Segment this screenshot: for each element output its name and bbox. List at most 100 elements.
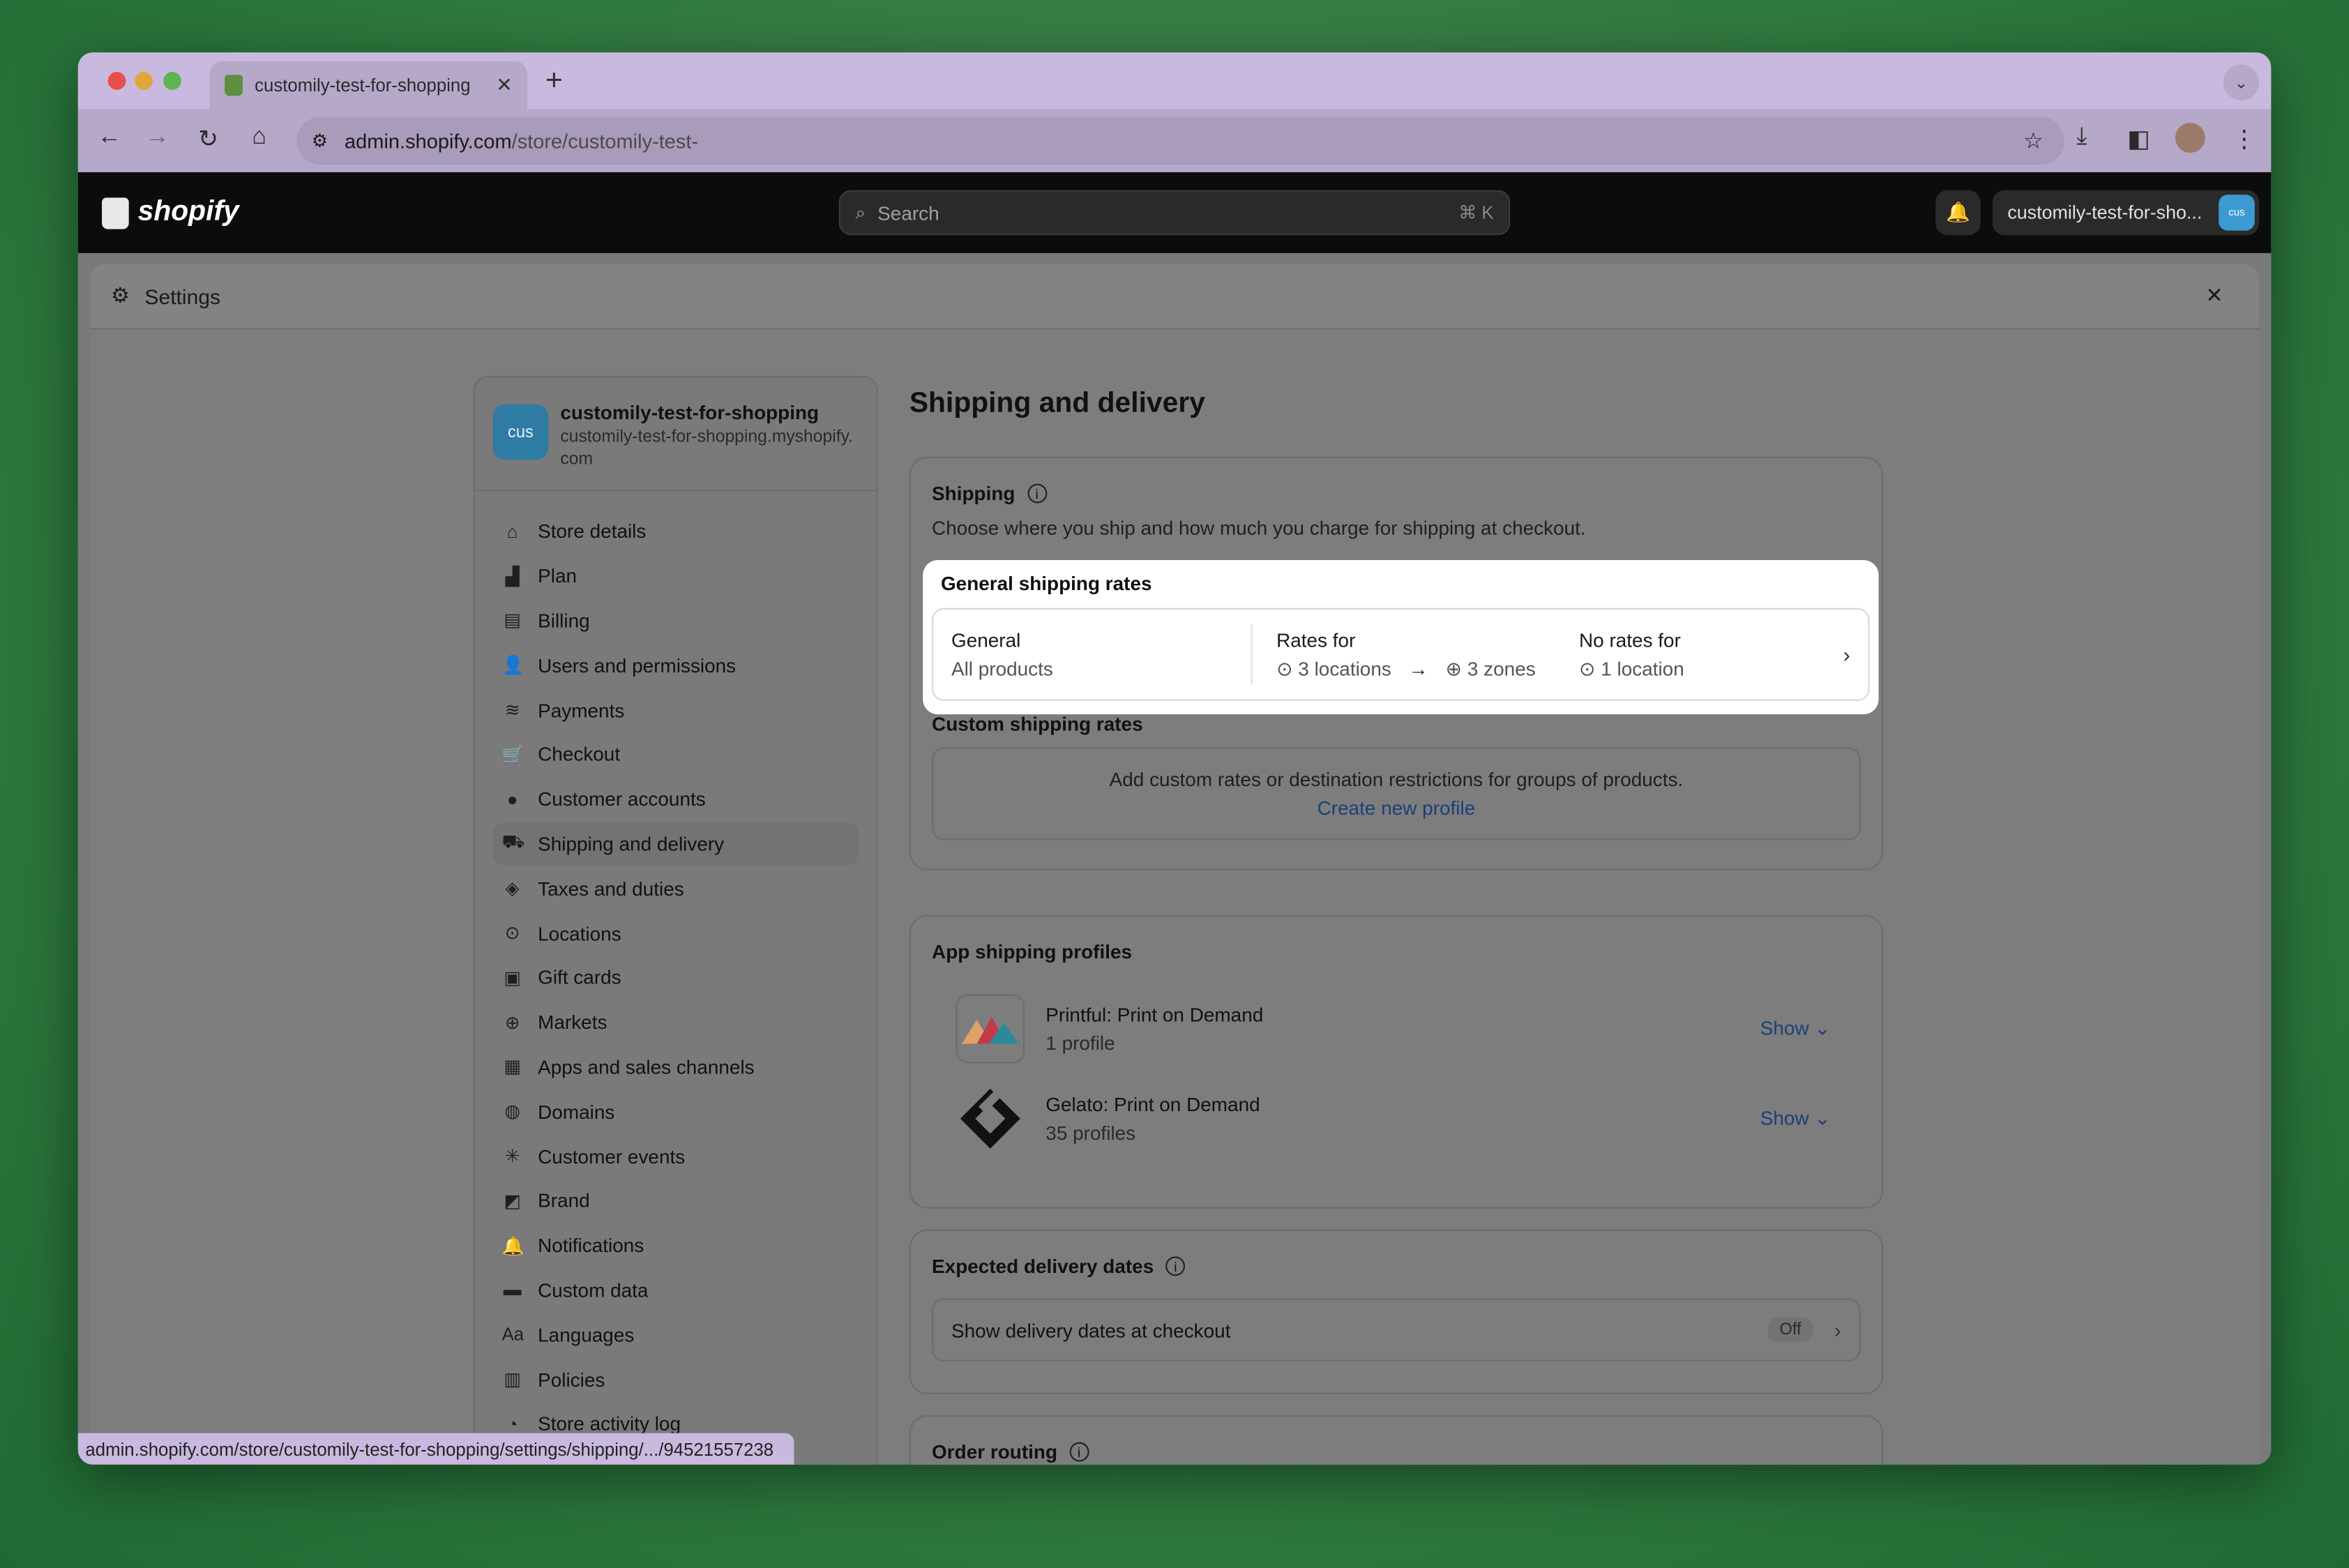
sidebar-item-apps-and-sales-channels[interactable]: ▦ Apps and sales channels xyxy=(493,1045,859,1090)
sidebar-item-customer-accounts[interactable]: ● Customer accounts xyxy=(493,777,859,822)
sidebar-item-label: Locations xyxy=(538,921,621,944)
chevron-right-icon[interactable]: › xyxy=(1843,642,1850,666)
app-profile-count: 1 profile xyxy=(1045,1032,1115,1055)
show-label: Show xyxy=(1760,1016,1809,1040)
info-icon[interactable]: i xyxy=(1165,1256,1186,1276)
home-icon[interactable]: ⌂ xyxy=(243,124,275,151)
delivery-heading: Expected delivery dates i xyxy=(932,1255,1861,1277)
globe-icon: ⊕ xyxy=(1445,657,1463,680)
app-profile-count: 35 profiles xyxy=(1045,1122,1136,1145)
app-name: Gelato: Print on Demand xyxy=(1045,1093,1260,1116)
sidebar-item-markets[interactable]: ⊕ Markets xyxy=(493,1000,859,1045)
sidebar-item-locations[interactable]: ⊙ Locations xyxy=(493,911,859,956)
sidebar-item-label: Users and permissions xyxy=(538,654,737,677)
sidebar-item-plan[interactable]: ▟ Plan xyxy=(493,554,859,598)
store-menu-button[interactable]: customily-test-for-sho... cus xyxy=(1992,190,2260,236)
sidebar-item-notifications[interactable]: 🔔 Notifications xyxy=(493,1223,859,1268)
app-profiles-title: App shipping profiles xyxy=(932,940,1133,963)
person-icon: ● xyxy=(506,788,518,810)
minimize-window-button[interactable] xyxy=(135,72,153,90)
sidebar-item-checkout[interactable]: 🛒 Checkout xyxy=(493,732,859,777)
forward-icon[interactable]: → xyxy=(141,124,174,151)
general-profile-sub: All products xyxy=(951,657,1053,680)
policies-icon: ▥ xyxy=(504,1369,521,1390)
info-icon[interactable]: i xyxy=(1069,1442,1089,1462)
maximize-window-button[interactable] xyxy=(163,72,181,90)
sidebar-item-store-details[interactable]: ⌂ Store details xyxy=(493,509,859,554)
delivery-dates-row[interactable]: Show delivery dates at checkout Off › xyxy=(932,1298,1861,1362)
shopify-topbar: shopify ⌕ Search ⌘ K 🔔 customily-test-fo… xyxy=(77,172,2272,253)
main-content: Shipping and delivery Shipping i Choose … xyxy=(909,376,1884,1465)
events-icon: ✳ xyxy=(504,1145,520,1167)
settings-modal: ⚙ Settings ✕ cus customily-test-for-shop… xyxy=(89,263,2260,1465)
sidebar-item-label: Customer accounts xyxy=(538,787,706,811)
store-menu-label: customily-test-for-sho... xyxy=(2007,202,2203,223)
app-name: Printful: Print on Demand xyxy=(1045,1003,1264,1026)
status-url: admin.shopify.com/store/customily-test-f… xyxy=(85,1438,774,1460)
sidebar-item-payments[interactable]: ≋ Payments xyxy=(493,688,859,732)
shipping-card: Shipping i Choose where you ship and how… xyxy=(909,456,1884,870)
search-input[interactable]: ⌕ Search ⌘ K xyxy=(838,190,1511,236)
bookmark-star-icon[interactable]: ☆ xyxy=(2023,127,2044,154)
download-icon[interactable]: ⤓ xyxy=(2076,124,2087,151)
logo-text: shopify xyxy=(137,196,239,228)
notifications-bell-icon[interactable]: 🔔 xyxy=(1935,190,1981,236)
address-bar[interactable]: ⚙ admin.shopify.com/store/customily-test… xyxy=(296,116,2064,165)
show-button[interactable]: Show ⌄ xyxy=(1760,1107,1831,1131)
store-card[interactable]: cus customily-test-for-shopping customil… xyxy=(474,377,877,492)
no-rates-locations: 1 location xyxy=(1601,657,1684,680)
general-profile-row[interactable]: General All products Rates for ⊙ 3 locat… xyxy=(932,608,1870,701)
tab-search-chevron-icon[interactable]: ⌄ xyxy=(2223,64,2260,100)
back-icon[interactable]: ← xyxy=(93,124,126,151)
shopify-logo[interactable]: shopify xyxy=(102,196,239,229)
sidebar-item-customer-events[interactable]: ✳ Customer events xyxy=(493,1134,859,1179)
tab-bar: customily-test-for-shopping ✕ + ⌄ xyxy=(77,52,2272,110)
location-pin-icon: ⊙ xyxy=(1276,657,1293,680)
sidebar-item-billing[interactable]: ▤ Billing xyxy=(493,598,859,643)
new-tab-button[interactable]: + xyxy=(545,64,563,98)
browser-menu-icon[interactable]: ⋮ xyxy=(2233,124,2256,154)
sidebar-item-label: Gift cards xyxy=(538,966,621,989)
sidebar-item-custom-data[interactable]: ▬ Custom data xyxy=(493,1268,859,1313)
store-avatar: cus xyxy=(492,404,549,460)
sidebar-item-label: Policies xyxy=(538,1368,605,1391)
close-settings-icon[interactable]: ✕ xyxy=(2205,283,2223,308)
sidebar-item-brand[interactable]: ◩ Brand xyxy=(493,1179,859,1223)
create-profile-link[interactable]: Create new profile xyxy=(1317,797,1476,819)
truck-icon: ⛟ xyxy=(501,831,525,853)
sidebar-item-label: Brand xyxy=(538,1189,590,1212)
domains-icon: ◍ xyxy=(504,1101,520,1122)
side-panel-icon[interactable]: ◧ xyxy=(2127,124,2150,154)
sidebar-item-shipping-and-delivery[interactable]: ⛟ Shipping and delivery xyxy=(492,821,859,866)
gelato-logo-icon xyxy=(956,1084,1025,1154)
show-button[interactable]: Show ⌄ xyxy=(1760,1017,1831,1041)
apps-icon: ▦ xyxy=(504,1056,521,1078)
shopify-bag-icon xyxy=(102,197,129,229)
sidebar-item-domains[interactable]: ◍ Domains xyxy=(493,1090,859,1134)
info-icon[interactable]: i xyxy=(1027,483,1047,504)
sidebar-item-policies[interactable]: ▥ Policies xyxy=(493,1357,859,1401)
sidebar-item-label: Plan xyxy=(538,564,577,588)
chevron-right-icon: › xyxy=(1834,1318,1841,1342)
sidebar-item-taxes-and-duties[interactable]: ◈ Taxes and duties xyxy=(493,866,859,911)
sidebar-item-label: Billing xyxy=(538,609,590,633)
close-window-button[interactable] xyxy=(107,72,126,90)
store-icon: ⌂ xyxy=(506,520,518,542)
app-profiles-card: App shipping profiles Printful: Print on… xyxy=(909,914,1884,1209)
tab-title: customily-test-for-shopping xyxy=(255,75,471,96)
sidebar-item-label: Store activity log xyxy=(538,1412,681,1435)
profile-avatar[interactable] xyxy=(2175,123,2205,153)
site-settings-icon[interactable]: ⚙ xyxy=(312,130,328,151)
sidebar-item-label: Store details xyxy=(538,520,647,543)
reload-icon[interactable]: ↻ xyxy=(192,124,225,154)
sidebar-item-languages[interactable]: Aa Languages xyxy=(493,1313,859,1357)
store-name: customily-test-for-shopping xyxy=(560,401,819,424)
sidebar-item-gift-cards[interactable]: ▣ Gift cards xyxy=(493,956,859,1000)
chevron-down-icon: ⌄ xyxy=(1814,1016,1831,1040)
arrow-right-icon: → xyxy=(1408,657,1428,680)
browser-tab[interactable]: customily-test-for-shopping ✕ xyxy=(209,61,528,110)
sidebar-item-users-and-permissions[interactable]: 👤 Users and permissions xyxy=(493,643,859,688)
custom-data-icon: ▬ xyxy=(503,1279,522,1301)
tab-close-icon[interactable]: ✕ xyxy=(496,73,512,97)
shipping-heading: Shipping i xyxy=(932,482,1861,505)
